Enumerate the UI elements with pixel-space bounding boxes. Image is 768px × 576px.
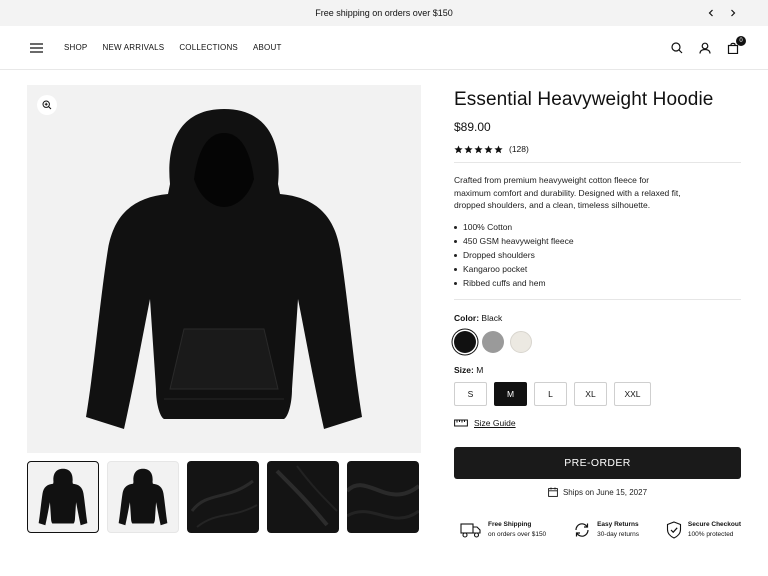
ship-date: Ships on June 15, 2027 [454,487,741,497]
truck-icon [460,523,481,538]
swatch-grey[interactable] [482,331,504,353]
size-label: Size: M [454,365,483,375]
trust-badges: Free Shipping on orders over $150 Easy R… [460,520,741,540]
hoodie-back-image [118,468,168,526]
chevron-right-icon [731,9,736,17]
menu-button[interactable] [28,40,44,56]
thumbnail-detail-2[interactable] [267,461,339,533]
badge-subtitle: 100% protected [687,531,734,538]
size-guide-link[interactable]: Size Guide [454,418,516,428]
badge-title: Free Shipping [488,521,532,528]
announcement-bar: Free shipping on orders over $150 [0,0,768,26]
search-icon [671,41,683,53]
review-count: (128) [509,144,529,154]
color-selected-value: Black [481,313,503,323]
nav-collections[interactable]: COLLECTIONS [179,43,238,52]
main-nav: SHOP NEW ARRIVALS COLLECTIONS ABOUT [64,43,282,52]
thumbnail-list [27,461,419,533]
fabric-detail-image [190,479,258,528]
feature-item: Dropped shoulders [454,248,574,262]
rating-stars [454,144,503,154]
announcement-prev-button[interactable] [704,6,718,20]
feature-list: 100% Cotton 450 GSM heavyweight fleece D… [454,220,574,290]
hoodie-front-image [38,468,88,526]
size-options: S M L XL XXL [454,382,651,406]
size-option-m[interactable]: M [494,382,527,406]
hoodie-image [86,109,362,429]
calendar-icon [548,487,558,497]
badge-title: Easy Returns [597,521,639,528]
product-price: $89.00 [454,120,491,134]
product-title: Essential Heavyweight Hoodie [454,89,714,110]
divider [454,162,741,163]
hamburger-icon [29,42,43,53]
color-swatches [454,331,532,353]
product-rating[interactable]: (128) [454,144,741,154]
zoom-in-icon [42,100,52,110]
zoom-button[interactable] [37,95,57,115]
pre-order-button[interactable]: PRE-ORDER [454,447,741,479]
size-guide-label: Size Guide [474,418,516,428]
ship-date-text: Ships on June 15, 2027 [562,487,648,497]
account-button[interactable] [698,41,712,55]
swatch-cream[interactable] [510,331,532,353]
size-label-title: Size: [454,365,474,375]
product-main-image[interactable] [27,85,421,453]
color-label-title: Color: [454,313,480,323]
product-description: Crafted from premium heavyweight cotton … [454,175,681,210]
user-icon [699,42,711,54]
announcement-text: Free shipping on orders over $150 [315,8,453,18]
announcement-next-button[interactable] [726,6,740,20]
nav-new-arrivals[interactable]: NEW ARRIVALS [102,43,164,52]
ruler-icon [454,419,468,427]
badge-subtitle: on orders over $150 [488,531,547,538]
nav-about[interactable]: ABOUT [253,43,282,52]
thumbnail-back[interactable] [107,461,179,533]
size-option-xxl[interactable]: XXL [614,382,651,406]
nav-shop[interactable]: SHOP [64,43,87,52]
thumbnail-detail-3[interactable] [347,461,419,533]
badge-secure-checkout: Secure Checkout 100% protected [666,520,741,540]
feature-item: 100% Cotton [454,220,574,234]
size-option-xl[interactable]: XL [574,382,607,406]
divider [454,299,741,300]
site-header: SHOP NEW ARRIVALS COLLECTIONS ABOUT 0 [0,26,768,70]
refresh-icon [575,523,589,537]
size-option-s[interactable]: S [454,382,487,406]
thumbnail-detail-1[interactable] [187,461,259,533]
star-icon [454,144,463,153]
star-icon [474,144,483,153]
chevron-left-icon [708,9,713,17]
feature-item: Ribbed cuffs and hem [454,276,574,290]
feature-item: Kangaroo pocket [454,262,574,276]
color-label: Color: Black [454,313,502,323]
texture-detail-image [347,483,419,520]
cart-count-badge: 0 [736,35,746,46]
feature-item: 450 GSM heavyweight fleece [454,234,574,248]
cart-button[interactable]: 0 [726,35,746,55]
size-selected-value: M [476,365,484,375]
swatch-black[interactable] [454,331,476,353]
badge-free-shipping: Free Shipping on orders over $150 [460,520,546,540]
cuff-detail-image [275,465,338,527]
shield-check-icon [666,521,681,539]
star-icon [484,144,493,153]
badge-easy-returns: Easy Returns 30-day returns [573,520,639,540]
search-button[interactable] [670,41,684,55]
thumbnail-front[interactable] [27,461,99,533]
star-icon [464,144,473,153]
badge-subtitle: 30-day returns [597,531,639,538]
size-option-l[interactable]: L [534,382,567,406]
product-info: Essential Heavyweight Hoodie $89.00 (128… [454,88,741,154]
star-icon [494,144,503,153]
badge-title: Secure Checkout [687,521,741,528]
